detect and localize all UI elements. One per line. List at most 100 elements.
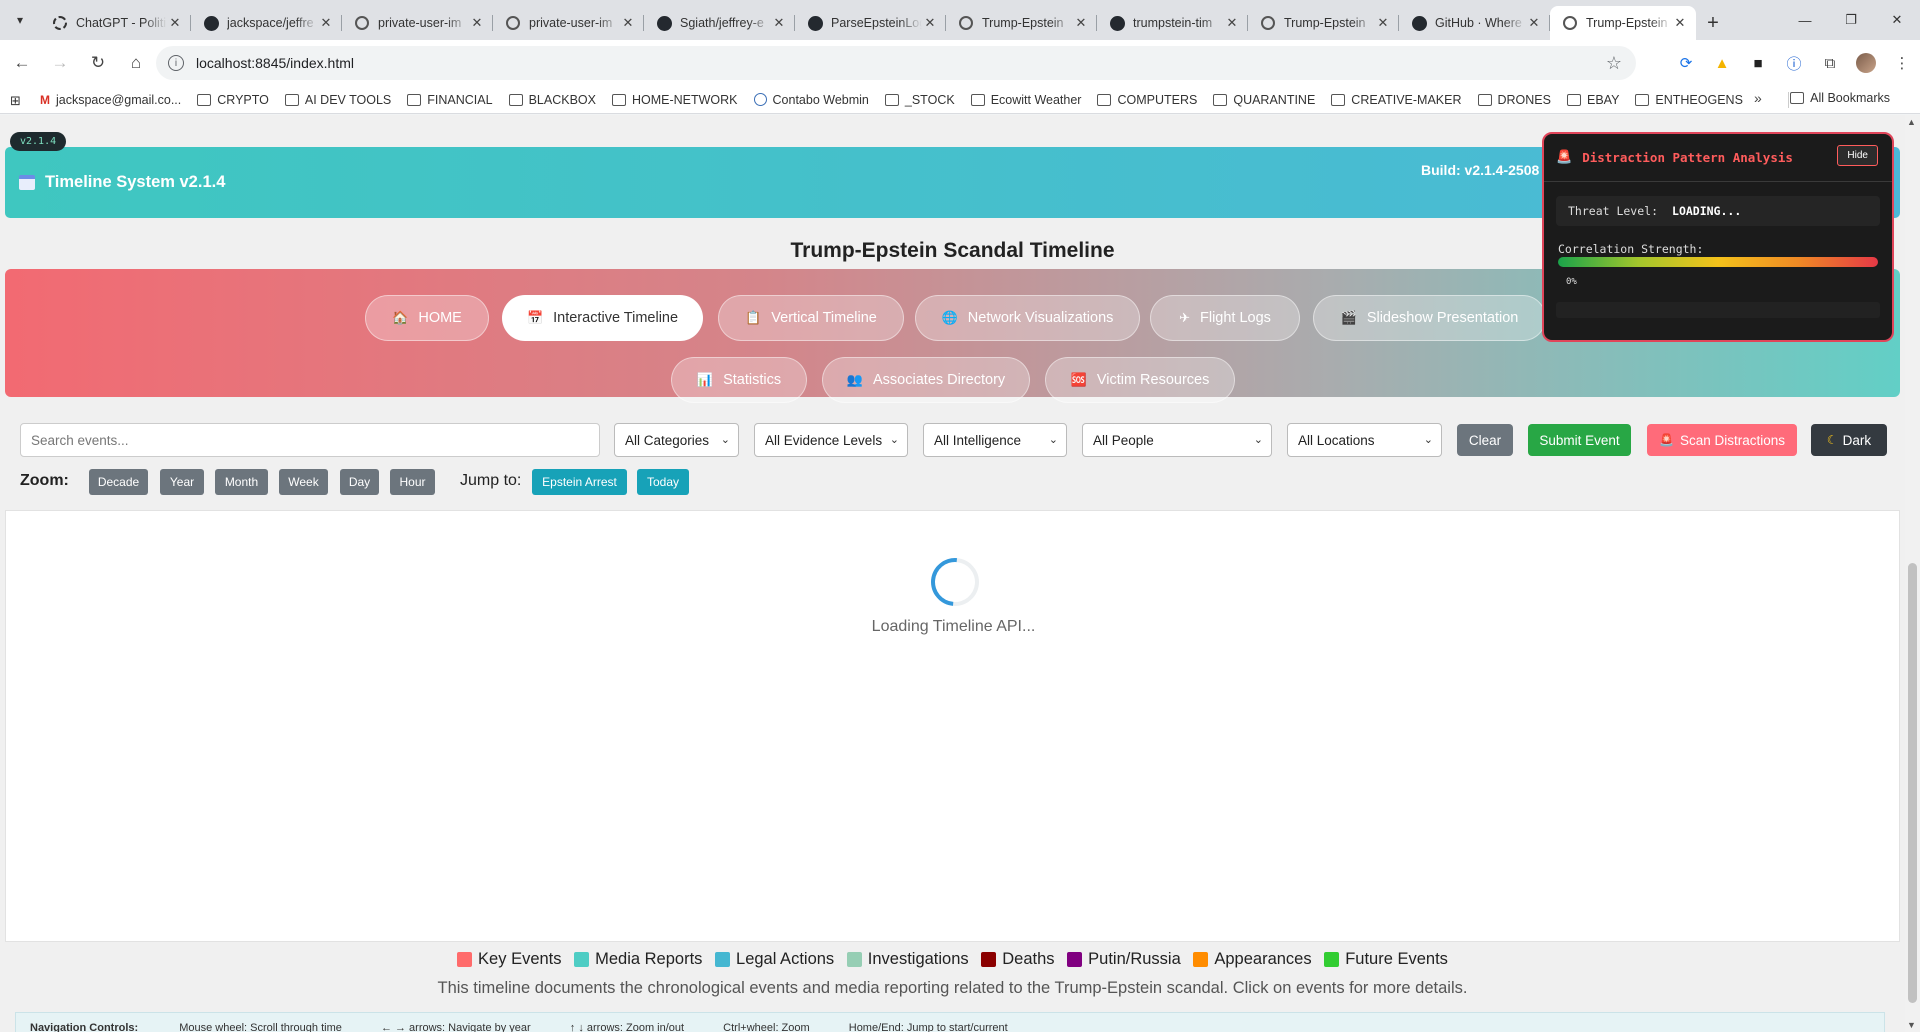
browser-tab[interactable]: Trump-Epstein ✕ bbox=[946, 6, 1097, 40]
browser-tab[interactable]: Trump-Epstein ✕ bbox=[1248, 6, 1399, 40]
nav-flight-logs[interactable]: ✈ Flight Logs bbox=[1150, 295, 1300, 341]
evidence-level-select[interactable]: All Evidence Levels ⌄ bbox=[754, 423, 908, 457]
new-tab-button[interactable]: + bbox=[1696, 6, 1730, 40]
reload-icon[interactable]: ↻ bbox=[82, 47, 114, 79]
bookmark-star-icon[interactable]: ☆ bbox=[1606, 53, 1622, 74]
browser-menu-icon[interactable]: ⋮ bbox=[1884, 46, 1920, 80]
bookmark-folder[interactable]: BLACKBOX bbox=[508, 93, 596, 107]
bookmark-item[interactable]: Mjackspace@gmail.co... bbox=[40, 93, 181, 107]
jump-today-button[interactable]: Today bbox=[637, 469, 689, 495]
tab-search-icon[interactable]: ▾ bbox=[0, 0, 40, 40]
site-info-icon[interactable]: i bbox=[168, 55, 184, 71]
bookmark-folder[interactable]: COMPUTERS bbox=[1097, 93, 1197, 107]
extension-dark-icon[interactable]: ■ bbox=[1740, 46, 1776, 80]
zoom-hour-button[interactable]: Hour bbox=[390, 469, 435, 495]
home-icon[interactable]: ⌂ bbox=[120, 47, 152, 79]
bookmark-folder[interactable]: EBAY bbox=[1566, 93, 1619, 107]
all-bookmarks-button[interactable]: All Bookmarks bbox=[1790, 91, 1890, 105]
nav-vertical-timeline[interactable]: 📋 Vertical Timeline bbox=[718, 295, 904, 341]
restore-icon[interactable]: ❐ bbox=[1828, 0, 1874, 40]
close-icon[interactable]: ✕ bbox=[1073, 15, 1089, 31]
extension-blue-icon[interactable]: ⟳ bbox=[1668, 46, 1704, 80]
browser-tab[interactable]: GitHub · Where ✕ bbox=[1399, 6, 1550, 40]
locations-select[interactable]: All Locations ⌄ bbox=[1287, 423, 1442, 457]
clear-button[interactable]: Clear bbox=[1457, 424, 1513, 456]
browser-tab[interactable]: ChatGPT - Politi ✕ bbox=[40, 6, 191, 40]
google-drive-icon[interactable]: ▲ bbox=[1704, 46, 1740, 80]
close-icon[interactable]: ✕ bbox=[1224, 15, 1240, 31]
browser-tab[interactable]: Sgiath/jeffrey-e ✕ bbox=[644, 6, 795, 40]
bookmark-folder[interactable]: DRONES bbox=[1477, 93, 1551, 107]
bookmark-folder[interactable]: AI DEV TOOLS bbox=[284, 93, 391, 107]
browser-tab-active[interactable]: Trump-Epstein ✕ bbox=[1550, 6, 1696, 40]
page-scrollbar[interactable]: ▲ ▼ bbox=[1905, 115, 1920, 1032]
nav-label: Victim Resources bbox=[1096, 372, 1210, 388]
close-window-icon[interactable]: ✕ bbox=[1874, 0, 1920, 40]
scan-distractions-button[interactable]: 🚨 Scan Distractions bbox=[1647, 424, 1797, 456]
close-icon[interactable]: ✕ bbox=[1375, 15, 1391, 31]
bookmark-item[interactable]: Contabo Webmin bbox=[753, 93, 869, 107]
zoom-day-button[interactable]: Day bbox=[340, 469, 379, 495]
nav-associates-directory[interactable]: 👥 Associates Directory bbox=[822, 357, 1030, 403]
forward-arrow-icon[interactable]: → bbox=[44, 47, 76, 79]
search-input[interactable] bbox=[20, 423, 600, 457]
browser-tab[interactable]: trumpstein-tim ✕ bbox=[1097, 6, 1248, 40]
intelligence-select[interactable]: All Intelligence ⌄ bbox=[923, 423, 1067, 457]
profile-avatar[interactable] bbox=[1848, 46, 1884, 80]
close-icon[interactable]: ✕ bbox=[318, 15, 334, 31]
password-manager-icon[interactable]: ⓘ bbox=[1776, 46, 1812, 80]
apps-grid-icon[interactable]: ⊞ bbox=[10, 93, 24, 108]
hide-button[interactable]: Hide bbox=[1837, 145, 1878, 166]
nav-victim-resources[interactable]: 🆘 Victim Resources bbox=[1045, 357, 1235, 403]
zoom-month-button[interactable]: Month bbox=[215, 469, 268, 495]
legend-swatch bbox=[1193, 952, 1209, 967]
timeline-canvas[interactable]: Loading Timeline API... bbox=[5, 510, 1900, 942]
browser-tab[interactable]: private-user-im ✕ bbox=[342, 6, 493, 40]
category-select[interactable]: All Categories ⌄ bbox=[614, 423, 739, 457]
browser-tab[interactable]: private-user-im ✕ bbox=[493, 6, 644, 40]
back-arrow-icon[interactable]: ← bbox=[6, 47, 38, 79]
extensions-area: ⟳ ▲ ■ ⓘ ⧉ ⋮ bbox=[1668, 46, 1920, 80]
nav-interactive-timeline[interactable]: 📅 Interactive Timeline bbox=[502, 295, 703, 341]
browser-tab[interactable]: ParseEpsteinLog ✕ bbox=[795, 6, 946, 40]
close-icon[interactable]: ✕ bbox=[469, 15, 485, 31]
zoom-week-button[interactable]: Week bbox=[279, 469, 328, 495]
bookmark-item[interactable]: Ecowitt Weather bbox=[970, 93, 1081, 107]
zoom-decade-button[interactable]: Decade bbox=[89, 469, 148, 495]
bookmark-folder[interactable]: FINANCIAL bbox=[407, 93, 493, 107]
close-icon[interactable]: ✕ bbox=[1672, 15, 1688, 31]
address-bar[interactable]: i localhost:8845/index.html ☆ bbox=[156, 46, 1636, 80]
nav-home[interactable]: 🏠 HOME bbox=[365, 295, 489, 341]
scrollbar-thumb[interactable] bbox=[1908, 563, 1917, 1003]
legend-label: Key Events bbox=[478, 950, 562, 968]
globe-favicon-icon bbox=[1260, 15, 1276, 31]
jump-epstein-arrest-button[interactable]: Epstein Arrest bbox=[532, 469, 627, 495]
people-select[interactable]: All People ⌄ bbox=[1082, 423, 1272, 457]
zoom-year-button[interactable]: Year bbox=[160, 469, 204, 495]
bookmark-folder[interactable]: _STOCK bbox=[884, 92, 955, 107]
dark-mode-button[interactable]: ☾ Dark bbox=[1811, 424, 1887, 456]
more-bookmarks-chevron-icon[interactable]: » bbox=[1754, 90, 1762, 106]
nav-hint: Mouse wheel: Scroll through time bbox=[179, 1022, 342, 1032]
bookmark-folder[interactable]: HOME-NETWORK bbox=[611, 93, 738, 107]
close-icon[interactable]: ✕ bbox=[167, 15, 183, 31]
submit-event-button[interactable]: Submit Event bbox=[1528, 424, 1631, 456]
close-icon[interactable]: ✕ bbox=[1526, 15, 1542, 31]
scroll-up-icon[interactable]: ▲ bbox=[1907, 117, 1916, 127]
bookmark-folder[interactable]: CREATIVE-MAKER bbox=[1331, 93, 1462, 107]
zoom-label: Zoom: bbox=[20, 472, 69, 489]
bookmark-folder[interactable]: ENTHEOGENS bbox=[1635, 93, 1743, 107]
nav-slideshow-presentation[interactable]: 🎬 Slideshow Presentation bbox=[1313, 295, 1546, 341]
close-icon[interactable]: ✕ bbox=[922, 15, 938, 31]
minimize-icon[interactable]: — bbox=[1782, 0, 1828, 40]
close-icon[interactable]: ✕ bbox=[771, 15, 787, 31]
bookmark-folder[interactable]: QUARANTINE bbox=[1213, 93, 1315, 107]
nav-network-visualizations[interactable]: 🌐 Network Visualizations bbox=[915, 295, 1140, 341]
bookmark-folder[interactable]: CRYPTO bbox=[197, 93, 269, 107]
bookmark-label: _STOCK bbox=[904, 92, 955, 107]
scroll-down-icon[interactable]: ▼ bbox=[1907, 1020, 1916, 1030]
extensions-puzzle-icon[interactable]: ⧉ bbox=[1812, 46, 1848, 80]
close-icon[interactable]: ✕ bbox=[620, 15, 636, 31]
browser-tab[interactable]: jackspace/jeffre ✕ bbox=[191, 6, 342, 40]
nav-statistics[interactable]: 📊 Statistics bbox=[671, 357, 807, 403]
